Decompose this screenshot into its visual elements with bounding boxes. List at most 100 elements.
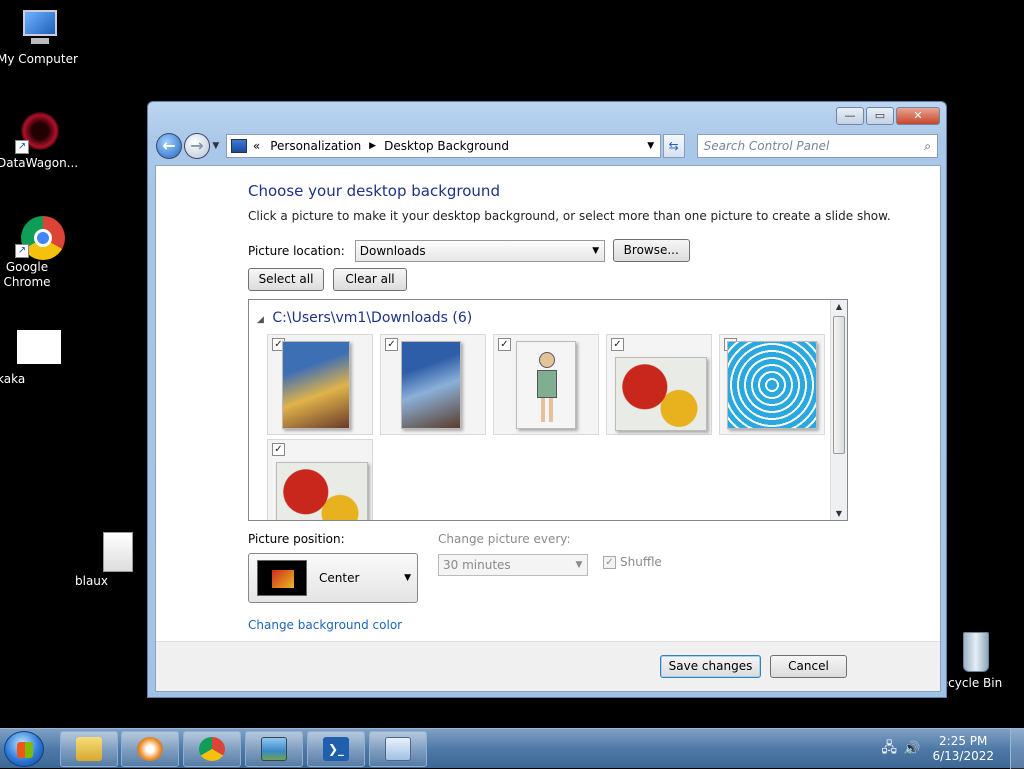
folder-icon: [76, 737, 102, 761]
thumbnail-image: [727, 341, 817, 429]
thumbnail-blue-peter-2[interactable]: ✓: [380, 334, 486, 435]
picture-gallery[interactable]: ◢ C:\Users\vm1\Downloads (6) ✓ ✓ ✓ ✓ ✓ ▲…: [248, 299, 848, 521]
taskbar: ❯_ 🖧 🔊 2:25 PM 6/13/2022: [0, 728, 1024, 769]
picture-location-dropdown[interactable]: Downloads ▼: [354, 239, 605, 262]
chrome-icon: ↗: [15, 216, 65, 260]
control-panel-icon: [230, 139, 247, 153]
recent-pages-dropdown-icon[interactable]: ▼: [210, 141, 222, 151]
search-placeholder: Search Control Panel: [703, 139, 830, 153]
recycle-bin-icon: [951, 632, 999, 674]
picture-position-value: Center: [319, 571, 360, 585]
shuffle-label: Shuffle: [620, 555, 662, 569]
close-button[interactable]: ✕: [896, 107, 940, 125]
chrome-icon: [199, 737, 225, 761]
taskbar-chrome-button[interactable]: [183, 731, 241, 767]
save-changes-button[interactable]: Save changes: [660, 655, 761, 678]
taskbar-media-player-button[interactable]: [121, 731, 179, 767]
refresh-button[interactable]: ⇆: [662, 134, 685, 158]
network-icon[interactable]: 🖧: [881, 737, 897, 761]
thumbnail-cartoon-character[interactable]: ✓: [493, 334, 599, 435]
change-picture-every-dropdown[interactable]: 30 minutes ▼: [438, 554, 588, 576]
thumbnail-blue-circles[interactable]: ✓: [719, 334, 825, 435]
desktop-icon-my-computer[interactable]: My Computer: [0, 8, 81, 66]
breadcrumb-desktop-background[interactable]: Desktop Background: [384, 139, 509, 153]
thumbnail-checkbox[interactable]: ✓: [498, 338, 511, 351]
shortcut-arrow-icon: ↗: [15, 244, 29, 258]
thumbnail-flowers-1[interactable]: ✓: [606, 334, 712, 435]
powershell-icon: ❯_: [323, 737, 349, 761]
browse-button[interactable]: Browse...: [612, 239, 690, 262]
change-background-color-link[interactable]: Change background color: [248, 618, 402, 632]
volume-icon[interactable]: 🔊: [903, 741, 920, 757]
show-desktop-button[interactable]: [1010, 729, 1024, 769]
thumbnail-image: [282, 341, 350, 429]
control-panel-icon: [385, 737, 411, 761]
taskbar-control-panel-button[interactable]: [369, 731, 427, 767]
taskbar-photo-viewer-button[interactable]: [245, 731, 303, 767]
forward-button[interactable]: →: [183, 133, 210, 159]
breadcrumb-prefix[interactable]: «: [253, 139, 260, 153]
chevron-down-icon: ▼: [575, 560, 583, 570]
clock[interactable]: 2:25 PM 6/13/2022: [932, 734, 994, 764]
clock-time: 2:25 PM: [939, 734, 988, 748]
back-button[interactable]: ←: [156, 133, 182, 159]
search-input[interactable]: Search Control Panel ⌕: [696, 134, 938, 158]
thumbnail-checkbox[interactable]: ✓: [272, 443, 285, 456]
desktop-icon-label: blaux: [75, 574, 109, 588]
picture-position-label: Picture position:: [248, 532, 345, 546]
change-picture-every-value: 30 minutes: [443, 558, 511, 572]
breadcrumb-personalization[interactable]: Personalization: [270, 139, 361, 153]
position-preview-image: [257, 560, 307, 596]
gallery-scrollbar[interactable]: ▲ ▼: [830, 300, 847, 520]
thumbnail-checkbox[interactable]: ✓: [611, 338, 624, 351]
collapse-triangle-icon[interactable]: ◢: [257, 315, 264, 325]
picture-location-value: Downloads: [359, 243, 426, 258]
media-player-icon: [137, 737, 163, 761]
image-file-icon: [15, 328, 63, 370]
breadcrumb-separator-icon[interactable]: ▶: [369, 141, 376, 151]
shuffle-check-icon[interactable]: ✓: [603, 555, 616, 569]
chevron-down-icon: ▼: [592, 245, 600, 256]
desktop-icon-kaka[interactable]: kaka: [0, 328, 81, 386]
taskbar-powershell-button[interactable]: ❯_: [307, 731, 365, 767]
datawagon-icon: ↗: [15, 112, 63, 154]
picture-location-label: Picture location:: [248, 243, 345, 258]
thumbnail-blue-peter-1[interactable]: ✓: [267, 334, 373, 435]
page-title: Choose your desktop background: [248, 182, 500, 200]
picture-position-dropdown[interactable]: Center ▼: [248, 553, 418, 603]
desktop-icon-label: DataWagon...: [0, 156, 79, 170]
thumbnail-checkbox[interactable]: ✓: [385, 338, 398, 351]
page-description: Click a picture to make it your desktop …: [248, 209, 891, 223]
select-all-button[interactable]: Select all: [248, 268, 324, 291]
thumbnail-flowers-2[interactable]: ✓: [267, 439, 373, 520]
desktop-icon-google-chrome[interactable]: ↗ Google Chrome: [0, 216, 81, 289]
shortcut-arrow-icon: ↗: [15, 140, 29, 154]
scroll-up-icon[interactable]: ▲: [831, 302, 847, 311]
dialog-footer: Save changes Cancel: [156, 641, 940, 691]
address-dropdown-icon[interactable]: ▼: [642, 141, 660, 151]
search-icon[interactable]: ⌕: [924, 139, 931, 154]
group-header-text: C:\Users\vm1\Downloads (6): [272, 310, 473, 326]
gallery-group-header[interactable]: ◢ C:\Users\vm1\Downloads (6): [257, 310, 472, 326]
address-bar[interactable]: « Personalization ▶ Desktop Background ▼: [225, 134, 661, 158]
scroll-down-icon[interactable]: ▼: [831, 509, 847, 518]
scrollbar-thumb[interactable]: [833, 316, 845, 454]
cancel-button[interactable]: Cancel: [770, 655, 847, 678]
desktop-icon-label: My Computer: [0, 52, 78, 66]
minimize-button[interactable]: —: [836, 107, 864, 125]
main-content: Choose your desktop background Click a p…: [155, 165, 941, 692]
maximize-button[interactable]: ▭: [866, 107, 894, 125]
clear-all-button[interactable]: Clear all: [333, 268, 407, 291]
chevron-down-icon: ▼: [404, 573, 411, 583]
text-file-icon: [93, 530, 141, 572]
desktop-background-window: — ▭ ✕ ← → ▼ « Personalization ▶ Desktop …: [147, 101, 947, 698]
taskbar-explorer-button[interactable]: [60, 731, 118, 767]
windows-logo-icon: [17, 742, 33, 758]
shuffle-checkbox[interactable]: ✓ Shuffle: [603, 555, 662, 569]
system-tray: 🖧 🔊 2:25 PM 6/13/2022: [881, 729, 1024, 769]
thumbnail-image: [516, 341, 576, 429]
computer-icon: [15, 8, 63, 50]
thumbnail-image: [401, 341, 461, 429]
desktop-icon-datawagon[interactable]: ↗ DataWagon...: [0, 112, 81, 170]
start-button[interactable]: [4, 731, 44, 767]
